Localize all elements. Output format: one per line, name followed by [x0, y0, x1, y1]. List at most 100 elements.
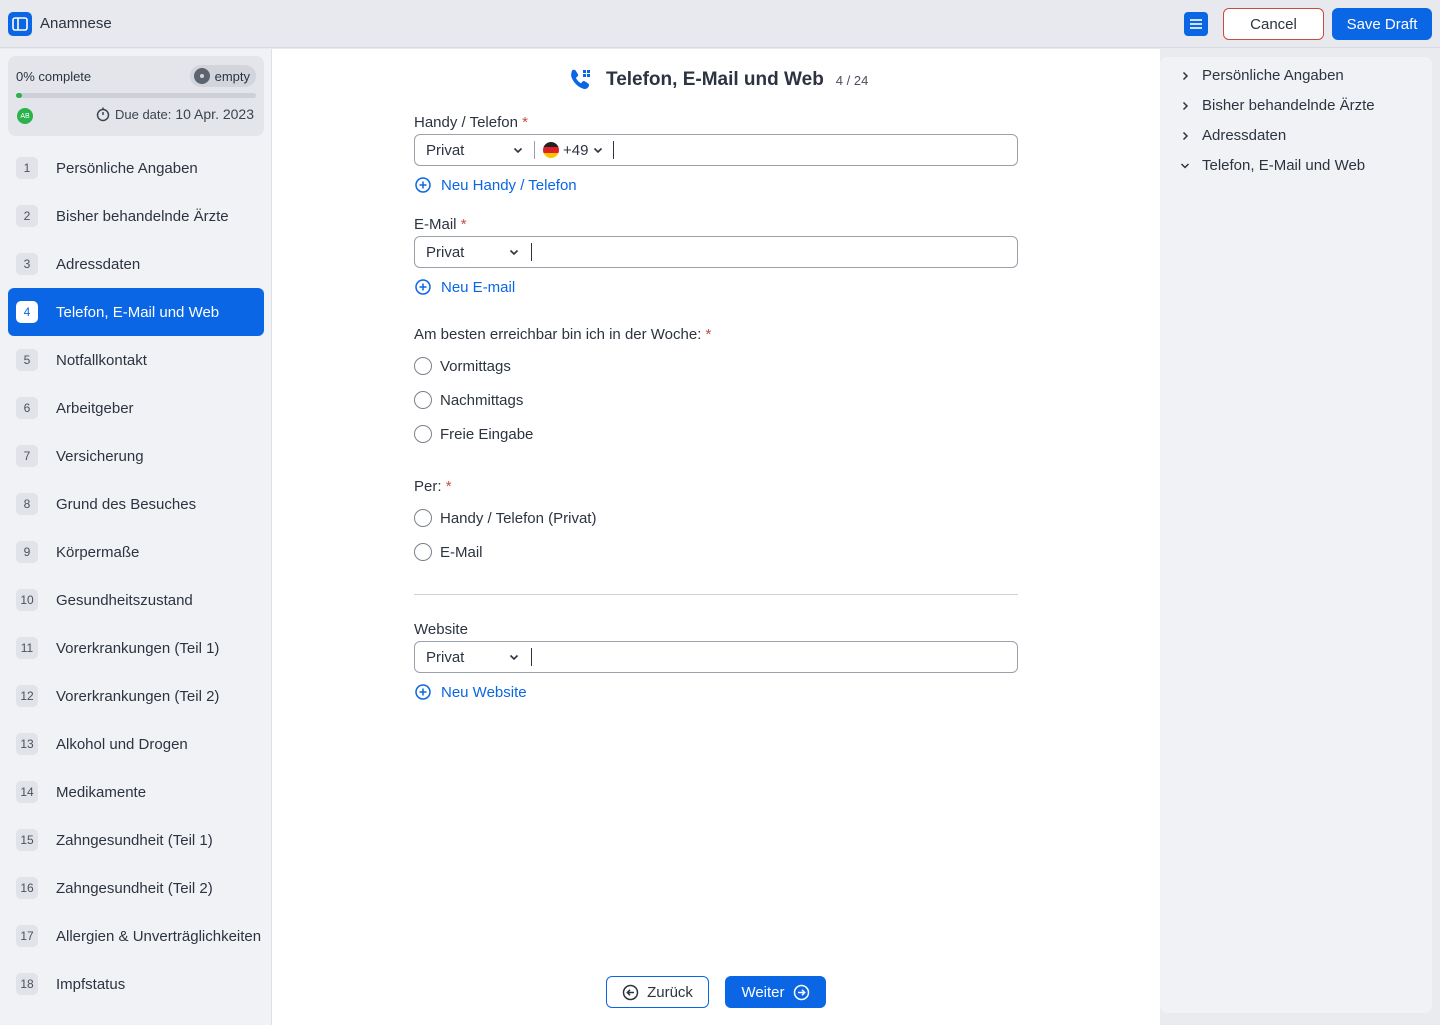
sidebar-step[interactable]: 6 Arbeitgeber	[8, 384, 264, 432]
add-phone-button[interactable]: Neu Handy / Telefon	[414, 176, 577, 194]
radio-label: Freie Eingabe	[440, 425, 534, 443]
email-type-select[interactable]: Privat	[415, 237, 530, 267]
step-number: 4	[16, 301, 38, 323]
sidebar-step[interactable]: 14 Medikamente	[8, 768, 264, 816]
toc-item[interactable]: Persönliche Angaben	[1180, 67, 1344, 84]
add-email-button[interactable]: Neu E-mail	[414, 278, 515, 296]
required-marker: *	[445, 478, 452, 495]
radio-label: E-Mail	[440, 543, 483, 561]
sidebar-step[interactable]: 18 Impfstatus	[8, 960, 264, 1008]
add-website-button[interactable]: Neu Website	[414, 683, 527, 701]
radio-vormittags[interactable]: Vormittags	[414, 357, 511, 375]
avatar: AB	[17, 108, 33, 124]
step-number: 17	[16, 925, 38, 947]
cancel-button[interactable]: Cancel	[1223, 8, 1324, 40]
toc-item[interactable]: Telefon, E-Mail und Web	[1180, 157, 1365, 174]
sidebar-step[interactable]: 16 Zahngesundheit (Teil 2)	[8, 864, 264, 912]
toc-item[interactable]: Bisher behandelnde Ärzte	[1180, 97, 1375, 114]
toc-item[interactable]: Adressdaten	[1180, 127, 1286, 144]
sidebar-step[interactable]: 2 Bisher behandelnde Ärzte	[8, 192, 264, 240]
step-number: 2	[16, 205, 38, 227]
chevron-down-icon	[509, 654, 519, 661]
sidebar-step[interactable]: 15 Zahngesundheit (Teil 1)	[8, 816, 264, 864]
radio-circle[interactable]	[414, 543, 432, 561]
plus-circle-icon	[415, 177, 431, 193]
availability-label-text: Am besten erreichbar bin ich in der Woch…	[414, 326, 702, 343]
progress-bar	[16, 93, 256, 98]
email-input[interactable]	[532, 237, 1017, 267]
sidebar-step[interactable]: 10 Gesundheitszustand	[8, 576, 264, 624]
due-date-label: Due date:	[114, 106, 172, 122]
back-button[interactable]: Zurück	[606, 976, 709, 1008]
step-label: Zahngesundheit (Teil 2)	[56, 879, 213, 897]
save-draft-button[interactable]: Save Draft	[1332, 8, 1432, 40]
sidebar-step[interactable]: 8 Grund des Besuches	[8, 480, 264, 528]
arrow-left-circle-icon	[622, 984, 639, 1000]
sidebar-step[interactable]: 17 Allergien & Unverträglichkeiten	[8, 912, 264, 960]
step-number: 9	[16, 541, 38, 563]
steps-list: 1 Persönliche Angaben 2 Bisher behandelnde …	[8, 144, 264, 1008]
sidebar-toggle-icon[interactable]	[8, 12, 32, 36]
step-label: Bisher behandelnde Ärzte	[56, 207, 229, 225]
website-type-select[interactable]: Privat	[415, 642, 530, 672]
sidebar-step[interactable]: 13 Alkohol und Drogen	[8, 720, 264, 768]
radio-nachmittags[interactable]: Nachmittags	[414, 391, 523, 409]
add-email-label: Neu E-mail	[441, 278, 516, 296]
email-label: E-Mail *	[414, 216, 467, 233]
website-input[interactable]	[532, 642, 1017, 672]
add-phone-label: Neu Handy / Telefon	[441, 176, 577, 194]
chevron-right-icon	[1182, 71, 1189, 80]
chevron-down-icon	[513, 147, 523, 154]
menu-icon[interactable]	[1184, 12, 1208, 36]
step-number: 7	[16, 445, 38, 467]
phone-type-select[interactable]: Privat	[415, 135, 534, 165]
phone-icon	[571, 69, 590, 89]
sidebar-step[interactable]: 12 Vorerkrankungen (Teil 2)	[8, 672, 264, 720]
country-code-select[interactable]: +49	[535, 142, 612, 159]
phone-field: Privat +49	[414, 134, 1018, 166]
phone-label-text: Handy / Telefon	[414, 114, 518, 131]
step-label: Versicherung	[56, 447, 144, 465]
radio-circle[interactable]	[414, 425, 432, 443]
due-date-value: 10 Apr. 2023	[175, 106, 254, 122]
step-number: 14	[16, 781, 38, 803]
website-type-value: Privat	[426, 648, 465, 666]
next-button[interactable]: Weiter	[725, 976, 826, 1008]
toc-item-label: Persönliche Angaben	[1202, 67, 1344, 84]
chevron-right-icon	[1182, 101, 1189, 110]
main-form: Telefon, E-Mail und Web 4 / 24 Handy / T…	[272, 49, 1160, 1025]
add-website-label: Neu Website	[441, 683, 527, 701]
radio-label: Handy / Telefon (Privat)	[440, 509, 597, 527]
page-title: Telefon, E-Mail und Web	[606, 69, 824, 90]
timer-icon	[96, 107, 110, 122]
progress-bar-fill	[16, 93, 22, 98]
sidebar-step[interactable]: 3 Adressdaten	[8, 240, 264, 288]
step-label: Vorerkrankungen (Teil 1)	[56, 639, 220, 657]
radio-freie-eingabe[interactable]: Freie Eingabe	[414, 425, 533, 443]
germany-flag-icon	[543, 142, 559, 158]
step-label: Vorerkrankungen (Teil 2)	[56, 687, 220, 705]
step-label: Telefon, E-Mail und Web	[56, 303, 220, 321]
progress-card: 0% complete empty AB Due date: 10 Apr. 2…	[8, 56, 264, 136]
radio-circle[interactable]	[414, 509, 432, 527]
step-number: 3	[16, 253, 38, 275]
step-label: Persönliche Angaben	[56, 159, 198, 177]
sidebar-step[interactable]: 5 Notfallkontakt	[8, 336, 264, 384]
sidebar-step[interactable]: 9 Körpermaße	[8, 528, 264, 576]
steps-sidebar: 0% complete empty AB Due date: 10 Apr. 2…	[0, 49, 272, 1025]
radio-email[interactable]: E-Mail	[414, 543, 483, 561]
step-number: 13	[16, 733, 38, 755]
sidebar-step[interactable]: 1 Persönliche Angaben	[8, 144, 264, 192]
contact-via-label: Per: *	[414, 478, 452, 495]
step-label: Adressdaten	[56, 255, 141, 273]
sidebar-step[interactable]: 7 Versicherung	[8, 432, 264, 480]
step-number: 6	[16, 397, 38, 419]
next-button-label: Weiter	[741, 983, 785, 1001]
phone-number-input[interactable]	[614, 135, 1017, 165]
availability-label: Am besten erreichbar bin ich in der Woch…	[414, 326, 711, 343]
sidebar-step[interactable]: 11 Vorerkrankungen (Teil 1)	[8, 624, 264, 672]
radio-phone-private[interactable]: Handy / Telefon (Privat)	[414, 509, 596, 527]
radio-circle[interactable]	[414, 357, 432, 375]
sidebar-step[interactable]: 4 Telefon, E-Mail und Web	[8, 288, 264, 336]
radio-circle[interactable]	[414, 391, 432, 409]
